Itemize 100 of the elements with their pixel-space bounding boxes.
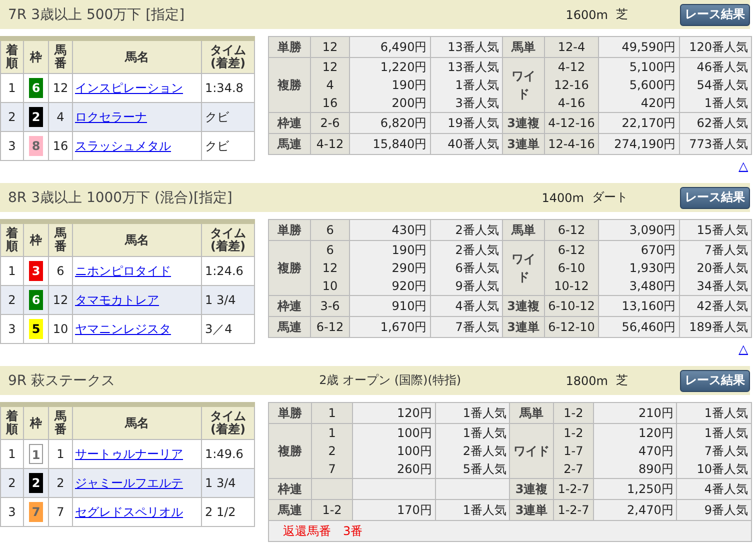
gate-badge: 2 (29, 473, 43, 493)
bet-type-label: 馬単 (510, 402, 554, 424)
popularity-rank: 54番人気 (696, 77, 748, 94)
popularity-rank: 3番人気 (454, 95, 499, 112)
combination-text: 4-16 (556, 95, 586, 112)
race-surface: 芝 (616, 6, 628, 23)
popularity-rank: 40番人気 (446, 136, 499, 153)
combination-text: 6-12 (315, 319, 345, 336)
race-class: 2歳 オープン (国際)(特指) (319, 372, 462, 389)
page-top-link[interactable]: △ (738, 342, 748, 356)
bet-type-label: ワイド (502, 240, 544, 296)
column-header: 枠 (30, 416, 42, 430)
popularity-rank: 9番人気 (454, 278, 499, 295)
bet-type-label: 馬単 (502, 36, 544, 58)
popularity-rank: 4番人気 (454, 298, 499, 315)
combination-text: 1-2-7 (556, 502, 590, 519)
combination-text: 12-4-16 (548, 136, 596, 153)
combination-text: 10 (321, 278, 339, 295)
combination-text: 4-12 (315, 136, 345, 153)
gate-badge: 6 (29, 78, 43, 98)
gate-badge: 7 (29, 502, 43, 522)
bet-type-label: 枠連 (268, 112, 310, 134)
bet-type-label: 3連複 (502, 112, 544, 134)
column-header: 着順 (6, 44, 18, 70)
page-top-link[interactable]: △ (738, 159, 748, 173)
popularity-rank: 1番人気 (462, 425, 506, 442)
race-result-button[interactable]: レース結果 (680, 186, 750, 208)
column-header: 馬名 (125, 416, 149, 430)
column-header: 枠 (30, 50, 42, 64)
bet-type-label: 複勝 (268, 58, 310, 112)
time-cell: 3／4 (202, 314, 254, 344)
combination-text: 12 (321, 260, 339, 277)
combination-text: 10-12 (553, 278, 590, 295)
column-header: 馬番 (54, 410, 66, 436)
column-header: 馬番 (54, 44, 66, 70)
bet-type-label: 3連単 (502, 316, 544, 338)
popularity-rank: 13番人気 (446, 39, 499, 56)
gate-badge: 2 (29, 107, 43, 127)
popularity-rank: 15番人気 (696, 222, 748, 239)
payout-amount: 2,470円 (626, 502, 674, 519)
payout-amount: 56,460円 (620, 319, 676, 336)
payout-amount: 190円 (390, 77, 427, 94)
popularity-rank: 5番人気 (462, 461, 506, 478)
popularity-rank: 42番人気 (696, 298, 748, 315)
payout-amount: 274,190円 (613, 136, 676, 153)
bet-type-label: 枠連 (268, 478, 312, 500)
popularity-rank: 10番人気 (696, 461, 748, 478)
combination-text: 1-2 (562, 405, 584, 422)
payout-amount: 100円 (396, 425, 432, 442)
bet-type-label: ワイド (502, 58, 544, 112)
payout-amount: 6,820円 (379, 115, 427, 132)
payout-amount: 210円 (637, 405, 674, 422)
payout-amount: 890円 (637, 461, 674, 478)
combination-text: 6-12-10 (548, 319, 596, 336)
popularity-rank: 189番人気 (688, 319, 748, 336)
refund-note: 返還馬番 3番 (283, 524, 363, 538)
combination-text: 2 (327, 443, 337, 460)
payout-amount: 470円 (637, 443, 674, 460)
horse-number-cell: 2 (48, 468, 72, 498)
time-cell: クビ (202, 102, 254, 132)
place-cell: 3 (0, 132, 24, 160)
combination-text: 6-10-12 (548, 298, 596, 315)
popularity-rank: 1番人気 (454, 77, 499, 94)
popularity-rank: 46番人気 (696, 59, 748, 76)
payout-amount: 13,160円 (620, 298, 676, 315)
horse-number-cell: 7 (48, 498, 72, 526)
column-header: 馬番 (54, 226, 66, 254)
column-header: 馬名 (125, 234, 149, 248)
bet-type-label: 3連複 (502, 296, 544, 316)
popularity-rank: 7番人気 (703, 242, 748, 259)
popularity-rank: 20番人気 (696, 260, 748, 277)
payout-amount: 6,490円 (379, 39, 427, 56)
place-cell: 3 (0, 314, 24, 344)
time-cell: 2 1/2 (202, 498, 254, 526)
race-surface: 芝 (616, 372, 628, 389)
bet-type-label: 3連単 (510, 500, 554, 520)
combination-text: 6 (325, 222, 335, 239)
popularity-rank: 2番人気 (454, 222, 499, 239)
combination-text: 6-12 (556, 242, 586, 259)
gate-badge: 1 (29, 444, 43, 464)
popularity-rank: 1番人気 (703, 405, 748, 422)
bet-type-label: 3連単 (502, 134, 544, 154)
combination-text: 12-4 (556, 39, 586, 56)
payout-amount: 920円 (390, 278, 427, 295)
bet-type-label: ワイド (510, 424, 554, 478)
combination-text: 1 (327, 425, 337, 442)
bet-type-label: 枠連 (268, 296, 310, 316)
combination-text: 7 (327, 461, 337, 478)
combination-text: 6 (325, 242, 335, 259)
payout-amount: 910円 (390, 298, 427, 315)
race-result-button[interactable]: レース結果 (680, 4, 750, 26)
payout-amount: 1,930円 (628, 260, 676, 277)
horse-number-cell: 12 (48, 286, 72, 314)
popularity-rank: 2番人気 (462, 443, 506, 460)
combination-text: 2-6 (319, 115, 341, 132)
race-title: 9R 萩ステークス (8, 372, 116, 390)
payout-amount: 5,600円 (628, 77, 676, 94)
race-result-button[interactable]: レース結果 (680, 370, 750, 392)
bet-type-label: 複勝 (268, 424, 312, 478)
payout-amount: 170円 (396, 502, 432, 519)
